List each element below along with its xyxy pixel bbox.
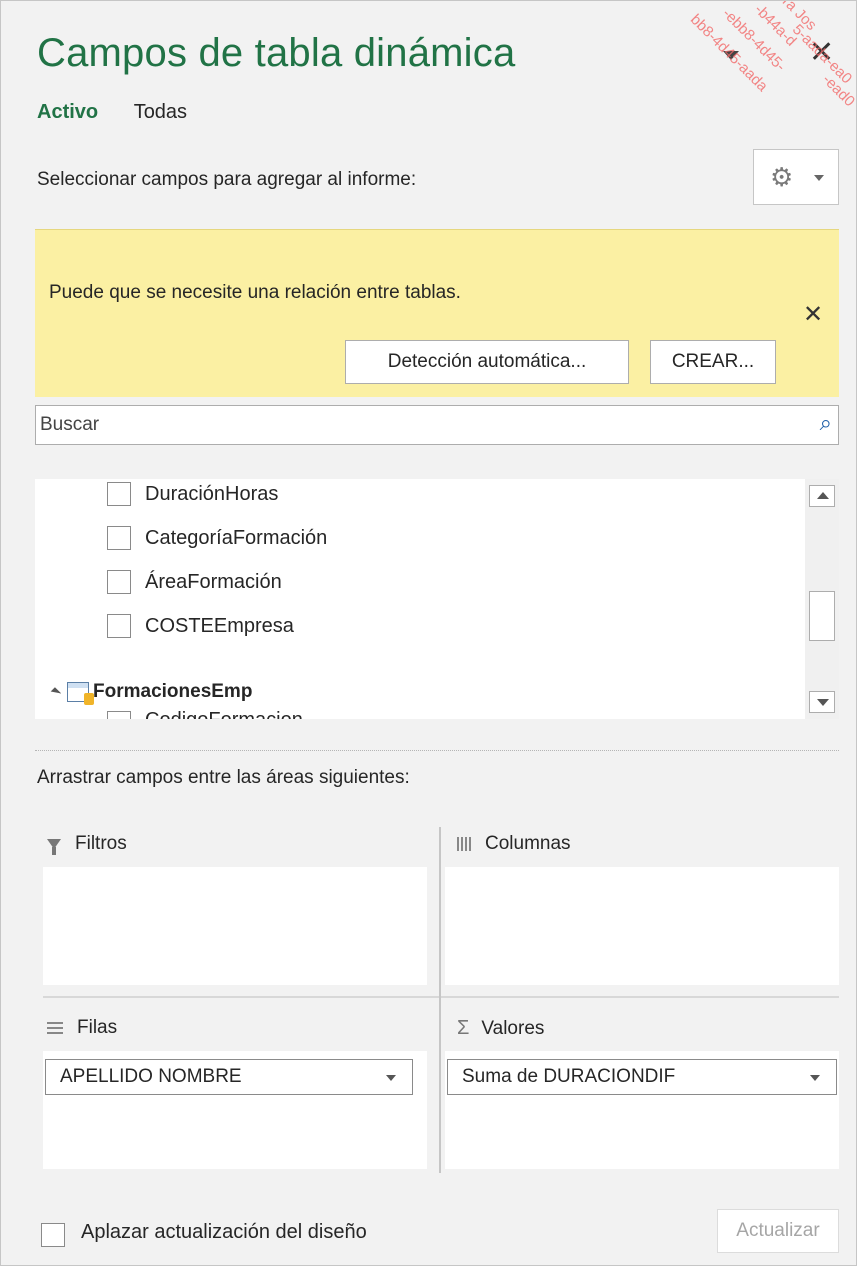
columns-drop-area[interactable] xyxy=(445,867,839,985)
field-label: CodigoFormacion xyxy=(145,709,303,719)
divider xyxy=(35,750,839,751)
search-icon[interactable]: ⌕ xyxy=(820,410,832,436)
filters-header: Filtros xyxy=(47,833,127,855)
watermark-text: -b44a-d xyxy=(750,1,800,50)
rows-icon xyxy=(47,1022,63,1034)
field-label: ÁreaFormación xyxy=(145,570,282,593)
update-button[interactable]: Actualizar xyxy=(717,1209,839,1253)
scroll-down-icon[interactable] xyxy=(809,691,835,713)
values-field-label: Suma de DURACIONDIF xyxy=(462,1066,676,1087)
auto-detect-button[interactable]: Detección automática... xyxy=(345,340,629,384)
select-fields-label: Seleccionar campos para agregar al infor… xyxy=(37,169,417,190)
chevron-down-icon[interactable] xyxy=(810,1075,820,1081)
filters-label: Filtros xyxy=(75,833,127,854)
columns-icon xyxy=(457,837,471,851)
table-name: FormacionesEmp xyxy=(93,681,253,702)
gear-icon: ⚙ xyxy=(770,162,794,192)
defer-update-label: Aplazar actualización del diseño xyxy=(81,1221,367,1243)
field-item[interactable]: COSTEEmpresa xyxy=(107,611,294,641)
watermark-text: -ead0 xyxy=(818,71,857,111)
values-field-pill[interactable]: Suma de DURACIONDIF xyxy=(447,1059,837,1095)
pivot-field-pane: Campos de tabla dinámica ✕ Activo Todas … xyxy=(0,0,857,1266)
field-label: DuraciónHoras xyxy=(145,482,279,505)
close-icon[interactable]: ✕ xyxy=(809,37,834,69)
filter-icon xyxy=(47,839,61,855)
tabs: Activo Todas xyxy=(37,101,217,128)
field-list: DuraciónHoras CategoríaFormación ÁreaFor… xyxy=(35,479,839,719)
sigma-icon: Σ xyxy=(457,1017,470,1039)
scroll-thumb[interactable] xyxy=(809,591,835,641)
expand-icon[interactable] xyxy=(50,686,62,698)
create-relationship-button[interactable]: CREAR... xyxy=(650,340,776,384)
watermark-text: ra Jos xyxy=(778,1,820,34)
rows-label: Filas xyxy=(77,1017,118,1038)
rows-header: Filas xyxy=(47,1017,117,1039)
watermark-text: -ebb8-4d45- xyxy=(718,5,789,75)
pane-options-dropdown-icon[interactable] xyxy=(723,51,739,60)
values-label: Valores xyxy=(481,1017,545,1039)
tab-all[interactable]: Todas xyxy=(134,101,187,128)
columns-header: Columnas xyxy=(457,833,571,855)
search-input[interactable] xyxy=(40,408,780,442)
columns-label: Columnas xyxy=(485,833,571,854)
area-divider-horizontal xyxy=(43,996,839,998)
relationship-notice: Puede que se necesite una relación entre… xyxy=(35,229,839,397)
search-box: ⌕ xyxy=(35,405,839,445)
field-list-scrollbar[interactable] xyxy=(805,479,839,719)
drag-fields-label: Arrastrar campos entre las áreas siguien… xyxy=(37,767,410,788)
field-label: CategoríaFormación xyxy=(145,526,328,549)
chevron-down-icon xyxy=(814,175,824,181)
filters-drop-area[interactable] xyxy=(43,867,427,985)
field-item[interactable]: DuraciónHoras xyxy=(107,479,278,509)
values-header: Σ Valores xyxy=(457,1017,544,1040)
field-checkbox[interactable] xyxy=(107,614,131,638)
field-label: COSTEEmpresa xyxy=(145,614,294,637)
table-node[interactable]: FormacionesEmp xyxy=(50,677,253,707)
field-checkbox[interactable] xyxy=(107,482,131,506)
field-checkbox[interactable] xyxy=(107,526,131,550)
field-checkbox[interactable] xyxy=(107,570,131,594)
table-icon xyxy=(67,682,94,705)
area-divider-vertical xyxy=(439,827,441,1173)
notice-message: Puede que se necesite una relación entre… xyxy=(49,282,461,303)
chevron-down-icon[interactable] xyxy=(386,1075,396,1081)
notice-close-icon[interactable]: ✕ xyxy=(803,300,823,329)
field-item[interactable]: CategoríaFormación xyxy=(107,523,327,553)
field-checkbox[interactable] xyxy=(107,711,131,719)
rows-field-label: APELLIDO NOMBRE xyxy=(60,1066,242,1087)
tools-button[interactable]: ⚙ xyxy=(753,149,839,205)
pane-title: Campos de tabla dinámica xyxy=(37,31,516,75)
defer-update-checkbox[interactable] xyxy=(41,1223,65,1247)
rows-field-pill[interactable]: APELLIDO NOMBRE xyxy=(45,1059,413,1095)
tab-active[interactable]: Activo xyxy=(37,101,98,128)
scroll-up-icon[interactable] xyxy=(809,485,835,507)
field-item[interactable]: ÁreaFormación xyxy=(107,567,282,597)
